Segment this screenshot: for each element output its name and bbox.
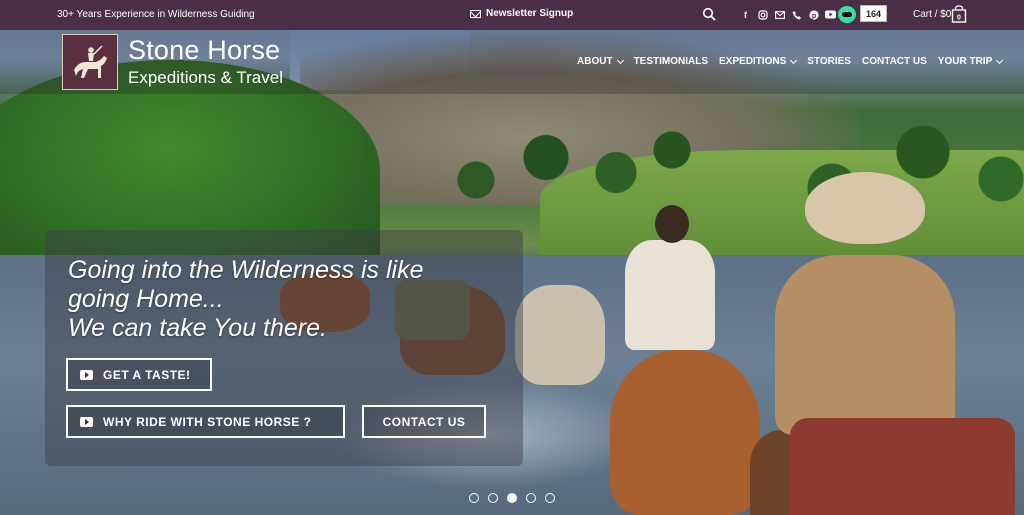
chevron-down-icon [790, 56, 798, 64]
hero-line-3: We can take You there. [68, 314, 327, 342]
hero-headline: Going into the Wilderness is like going … [68, 256, 518, 343]
tripadvisor-icon[interactable] [838, 6, 856, 23]
cart-count: 0 [957, 15, 961, 22]
nav-item-contact-us[interactable]: Contact Us [862, 56, 927, 67]
chevron-down-icon [616, 56, 624, 64]
get-a-taste-button[interactable]: GET A TASTE! [66, 358, 212, 391]
instagram-icon[interactable] [757, 9, 768, 20]
newsletter-label: Newsletter Signup [486, 8, 574, 19]
youtube-icon[interactable] [825, 9, 836, 20]
top-bar: 30+ Years Experience in Wilderness Guidi… [0, 0, 1024, 30]
search-icon[interactable] [702, 7, 716, 21]
slider-dot-2[interactable] [488, 493, 498, 503]
brand-subtitle[interactable]: Expeditions & Travel [128, 68, 283, 88]
nav-testimonials-label: Testimonials [633, 56, 709, 67]
shopping-bag-icon[interactable]: 0 [951, 5, 967, 23]
horse-rider-logo-icon [74, 45, 107, 78]
cart-link[interactable]: Cart / $0 [913, 9, 951, 20]
nav-item-your-trip[interactable]: Your Trip [938, 56, 1004, 67]
nav-contact-label: Contact Us [861, 56, 927, 67]
phone-icon[interactable] [791, 9, 802, 20]
facebook-icon[interactable]: f [740, 9, 751, 20]
why-ride-button[interactable]: WHY RIDE WITH STONE HORSE ? [66, 405, 345, 438]
svg-text:p: p [811, 13, 815, 20]
slider-pagination [469, 493, 555, 503]
email-icon[interactable] [774, 9, 785, 20]
envelope-icon [470, 9, 481, 18]
slider-dot-5[interactable] [545, 493, 555, 503]
nav-item-testimonials[interactable]: Testimonials [634, 56, 708, 67]
youtube-play-icon [80, 416, 93, 427]
nav-item-stories[interactable]: Stories [807, 56, 851, 67]
nav-your-trip-label: Your Trip [937, 56, 993, 67]
pinterest-icon[interactable]: p [808, 9, 819, 20]
slider-dot-3[interactable] [507, 493, 517, 503]
main-nav: About Testimonials Expeditions Stories C… [577, 56, 1004, 67]
nav-about-label: About [577, 56, 613, 67]
get-a-taste-label: GET A TASTE! [103, 367, 191, 382]
newsletter-signup-link[interactable]: Newsletter Signup [470, 8, 573, 19]
slider-dot-4[interactable] [526, 493, 536, 503]
slider-dot-1[interactable] [469, 493, 479, 503]
brand-title[interactable]: Stone Horse [128, 35, 280, 66]
nav-expeditions-label: Expeditions [719, 56, 787, 67]
nav-item-about[interactable]: About [577, 56, 625, 67]
logo[interactable] [62, 34, 118, 90]
youtube-play-icon [80, 369, 93, 380]
tagline: 30+ Years Experience in Wilderness Guidi… [57, 9, 255, 20]
chevron-down-icon [996, 56, 1004, 64]
hero-line-1: Going into the Wilderness is like [68, 256, 424, 284]
contact-us-label: CONTACT US [382, 414, 466, 429]
nav-item-expeditions[interactable]: Expeditions [719, 56, 798, 67]
hero-line-2: going Home... [68, 285, 224, 313]
contact-us-button[interactable]: CONTACT US [362, 405, 486, 438]
social-links: f p [740, 9, 836, 20]
nav-stories-label: Stories [807, 56, 851, 67]
tripadvisor-review-count[interactable]: 164 [860, 5, 888, 22]
why-ride-label: WHY RIDE WITH STONE HORSE ? [103, 414, 312, 429]
